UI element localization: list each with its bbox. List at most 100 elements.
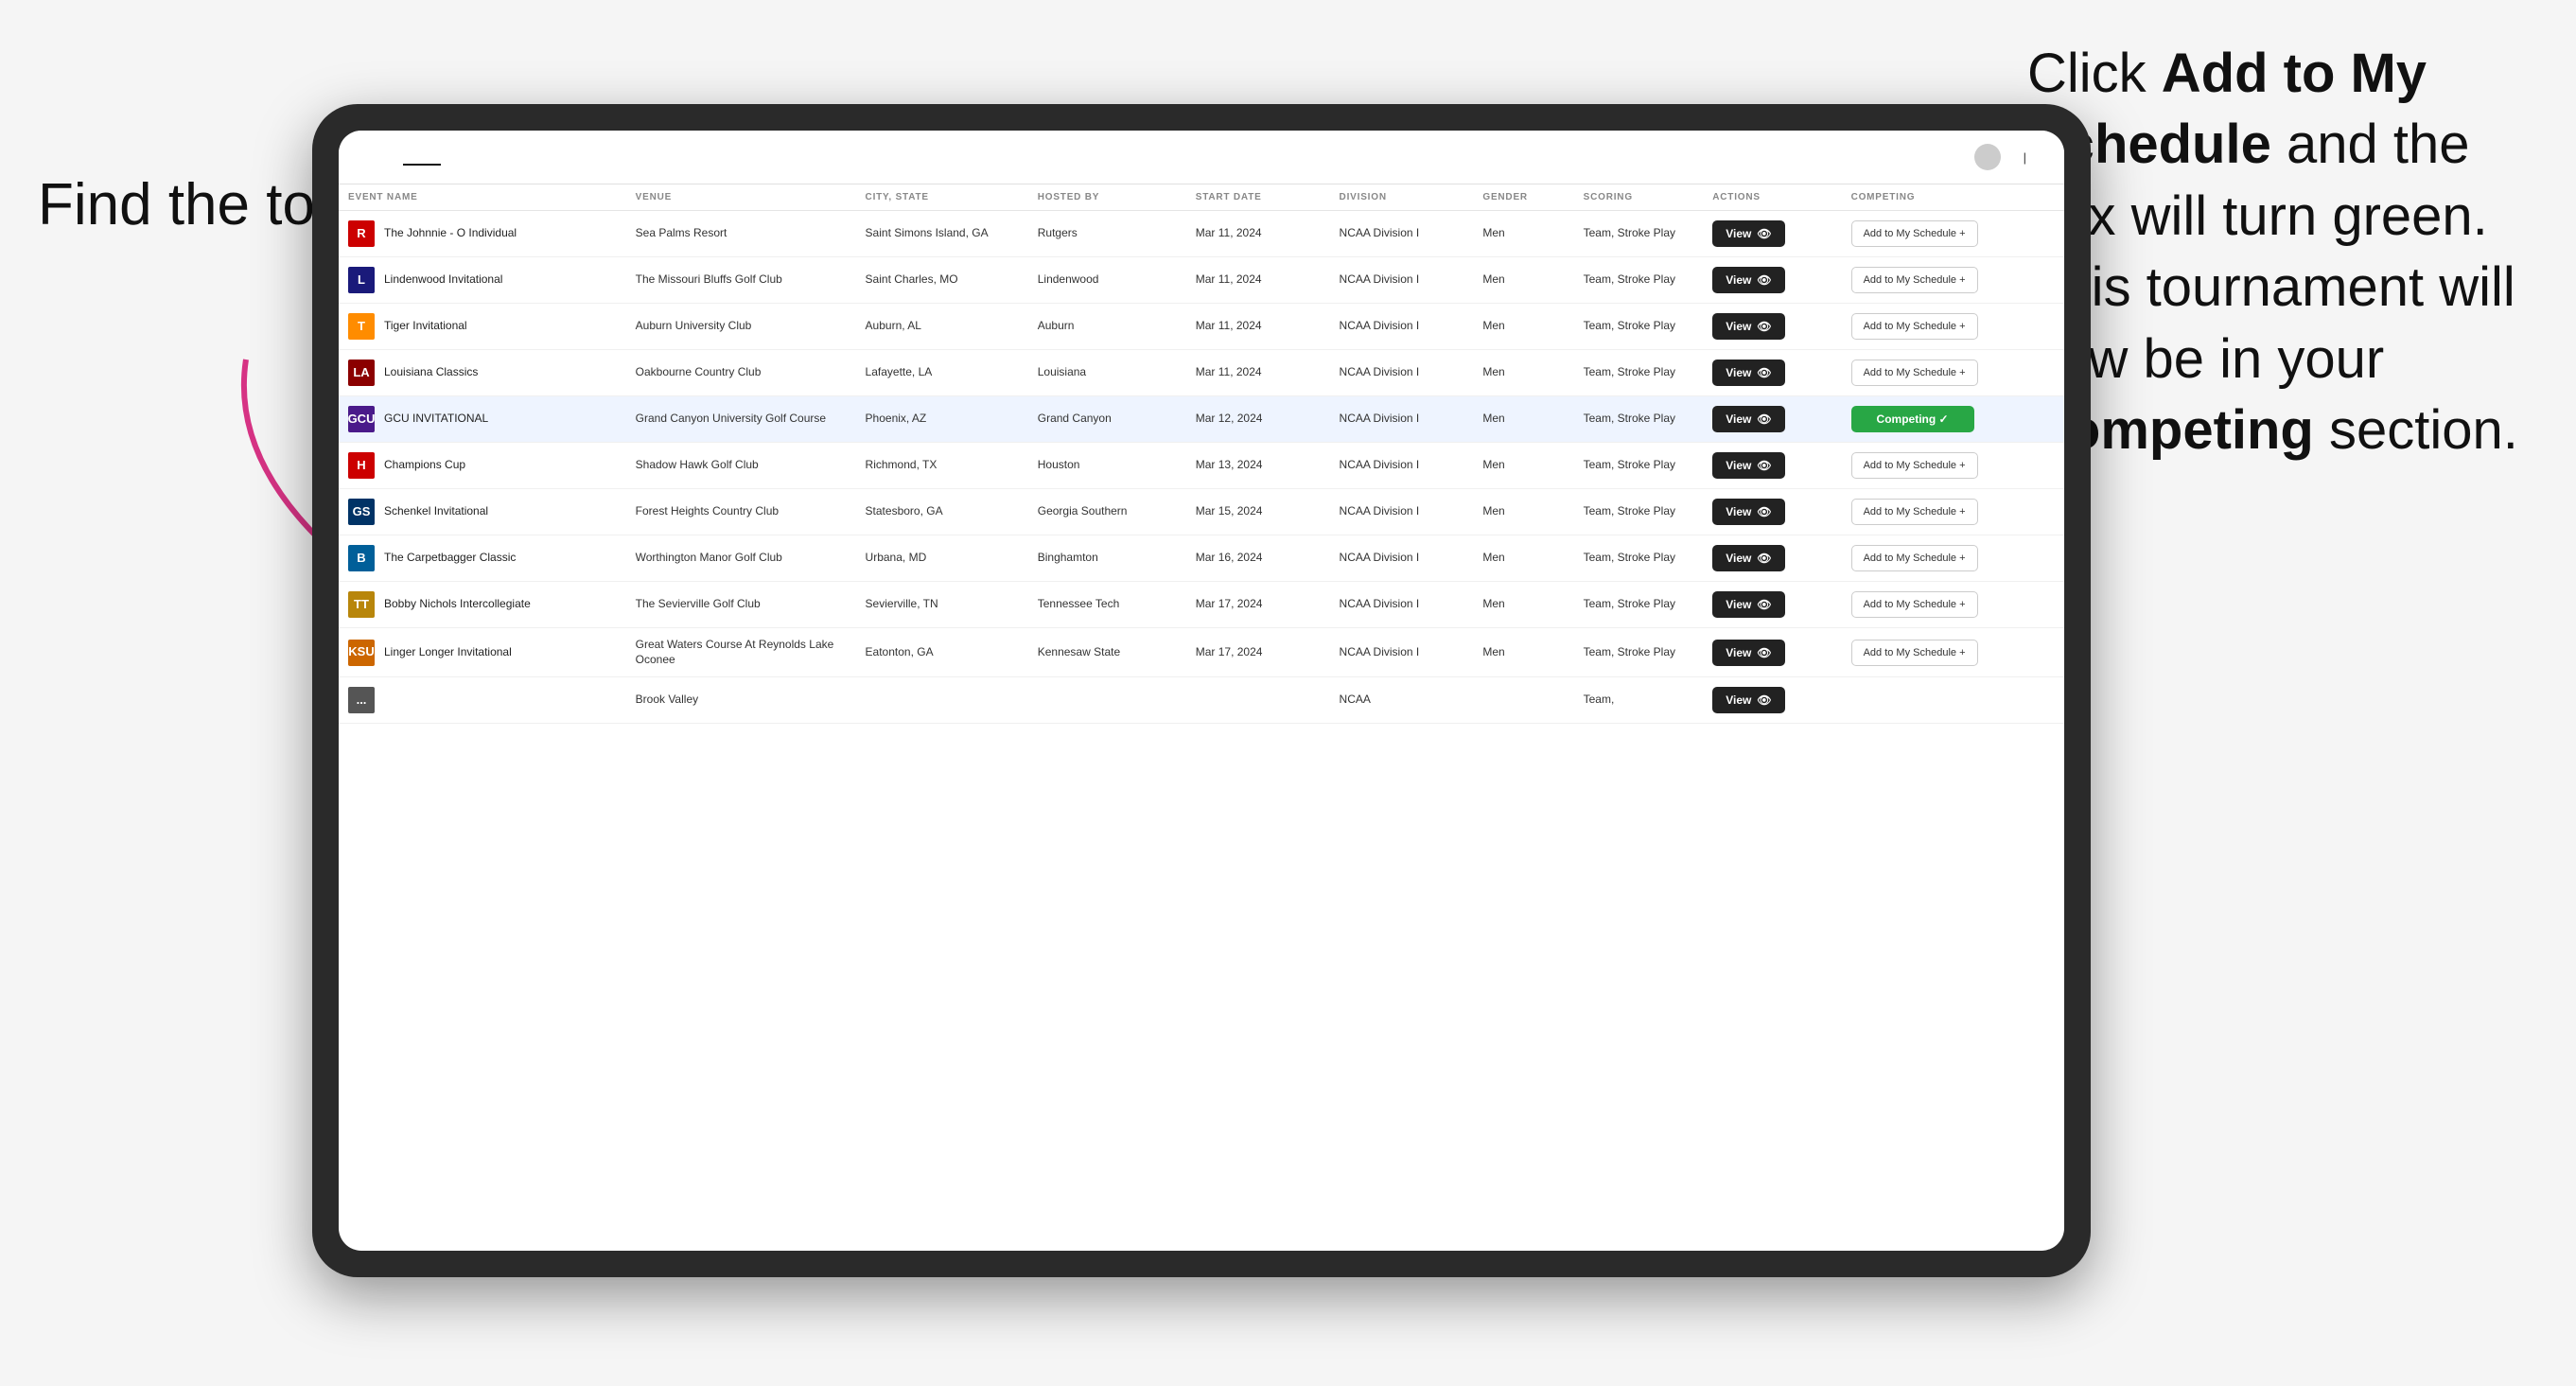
team-logo: B [348, 545, 375, 571]
team-logo: GS [348, 499, 375, 525]
view-button[interactable]: View 👁 [1712, 687, 1784, 713]
col-header-venue: VENUE [626, 184, 856, 211]
hosted-cell [1028, 677, 1186, 724]
view-button[interactable]: View 👁 [1712, 360, 1784, 386]
action-cell: View 👁 [1703, 350, 1841, 396]
event-name: Schenkel Invitational [384, 504, 488, 519]
tab-tournaments[interactable] [403, 149, 441, 166]
eye-icon: 👁 [1757, 693, 1771, 707]
table-row: KSU Linger Longer Invitational Great Wat… [339, 628, 2064, 677]
col-header-scoring: SCORING [1574, 184, 1704, 211]
team-logo: ... [348, 687, 375, 713]
competing-button[interactable]: Competing ✓ [1851, 406, 1974, 432]
table-row: L Lindenwood Invitational The Missouri B… [339, 257, 2064, 304]
event-name: Louisiana Classics [384, 365, 478, 380]
col-header-competing: COMPETING [1842, 184, 2064, 211]
date-cell: Mar 11, 2024 [1186, 304, 1330, 350]
venue-cell: Auburn University Club [626, 304, 856, 350]
team-logo: H [348, 452, 375, 479]
hosted-cell: Tennessee Tech [1028, 582, 1186, 628]
event-name-cell: T Tiger Invitational [339, 304, 626, 350]
add-to-schedule-button[interactable]: Add to My Schedule + [1851, 313, 1978, 340]
view-button[interactable]: View 👁 [1712, 591, 1784, 618]
city-cell: Sevierville, TN [856, 582, 1028, 628]
date-cell: Mar 11, 2024 [1186, 211, 1330, 257]
app-header: | [339, 131, 2064, 184]
venue-cell: Sea Palms Resort [626, 211, 856, 257]
action-cell: View 👁 [1703, 489, 1841, 535]
gender-cell: Men [1473, 443, 1573, 489]
gender-cell: Men [1473, 350, 1573, 396]
event-name-cell: R The Johnnie - O Individual [339, 211, 626, 257]
header-right: | [1974, 144, 2038, 170]
scoring-cell: Team, Stroke Play [1574, 396, 1704, 443]
hosted-cell: Rutgers [1028, 211, 1186, 257]
table-container: EVENT NAME VENUE CITY, STATE HOSTED BY S… [339, 184, 2064, 1251]
add-to-schedule-button[interactable]: Add to My Schedule + [1851, 360, 1978, 386]
venue-cell: Worthington Manor Golf Club [626, 535, 856, 582]
view-button[interactable]: View 👁 [1712, 499, 1784, 525]
view-button[interactable]: View 👁 [1712, 220, 1784, 247]
venue-cell: Grand Canyon University Golf Course [626, 396, 856, 443]
scoring-cell: Team, Stroke Play [1574, 628, 1704, 677]
header-divider: | [2024, 150, 2026, 165]
division-cell: NCAA Division I [1330, 304, 1474, 350]
col-header-hosted: HOSTED BY [1028, 184, 1186, 211]
add-to-schedule-button[interactable]: Add to My Schedule + [1851, 591, 1978, 618]
gender-cell: Men [1473, 211, 1573, 257]
division-cell: NCAA Division I [1330, 350, 1474, 396]
city-cell: Phoenix, AZ [856, 396, 1028, 443]
hosted-cell: Houston [1028, 443, 1186, 489]
event-name-cell: GS Schenkel Invitational [339, 489, 626, 535]
action-cell: View 👁 [1703, 304, 1841, 350]
view-button[interactable]: View 👁 [1712, 640, 1784, 666]
view-button[interactable]: View 👁 [1712, 267, 1784, 293]
tablet-screen: | EVENT NAME VENUE CITY, STATE HOSTED BY… [339, 131, 2064, 1251]
table-row: R The Johnnie - O Individual Sea Palms R… [339, 211, 2064, 257]
gender-cell: Men [1473, 489, 1573, 535]
tablet-frame: | EVENT NAME VENUE CITY, STATE HOSTED BY… [312, 104, 2091, 1277]
action-cell: View 👁 [1703, 628, 1841, 677]
event-name: Linger Longer Invitational [384, 645, 512, 660]
competing-cell: Add to My Schedule + [1842, 489, 2064, 535]
division-cell: NCAA [1330, 677, 1474, 724]
view-button[interactable]: View 👁 [1712, 406, 1784, 432]
date-cell: Mar 17, 2024 [1186, 582, 1330, 628]
team-logo: TT [348, 591, 375, 618]
scoring-cell: Team, Stroke Play [1574, 257, 1704, 304]
eye-icon: 👁 [1757, 552, 1771, 565]
tab-teams[interactable] [441, 149, 479, 166]
gender-cell [1473, 677, 1573, 724]
table-row: GS Schenkel Invitational Forest Heights … [339, 489, 2064, 535]
team-logo: KSU [348, 640, 375, 666]
division-cell: NCAA Division I [1330, 257, 1474, 304]
hosted-cell: Louisiana [1028, 350, 1186, 396]
date-cell [1186, 677, 1330, 724]
eye-icon: 👁 [1757, 273, 1771, 287]
city-cell: Urbana, MD [856, 535, 1028, 582]
hosted-cell: Auburn [1028, 304, 1186, 350]
add-to-schedule-button[interactable]: Add to My Schedule + [1851, 267, 1978, 293]
add-to-schedule-button[interactable]: Add to My Schedule + [1851, 452, 1978, 479]
col-header-actions: ACTIONS [1703, 184, 1841, 211]
eye-icon: 👁 [1757, 598, 1771, 611]
city-cell: Statesboro, GA [856, 489, 1028, 535]
event-name: GCU INVITATIONAL [384, 412, 488, 427]
add-to-schedule-button[interactable]: Add to My Schedule + [1851, 640, 1978, 666]
gender-cell: Men [1473, 396, 1573, 443]
date-cell: Mar 11, 2024 [1186, 257, 1330, 304]
add-to-schedule-button[interactable]: Add to My Schedule + [1851, 499, 1978, 525]
view-button[interactable]: View 👁 [1712, 452, 1784, 479]
right-annotation: Click Add to My Schedule and the box wil… [2027, 38, 2519, 465]
scoring-cell: Team, Stroke Play [1574, 211, 1704, 257]
view-button[interactable]: View 👁 [1712, 545, 1784, 571]
hosted-cell: Lindenwood [1028, 257, 1186, 304]
event-name-cell: GCU GCU INVITATIONAL [339, 396, 626, 443]
view-button[interactable]: View 👁 [1712, 313, 1784, 340]
event-name-cell: L Lindenwood Invitational [339, 257, 626, 304]
event-name: Lindenwood Invitational [384, 272, 502, 288]
add-to-schedule-button[interactable]: Add to My Schedule + [1851, 545, 1978, 571]
add-to-schedule-button[interactable]: Add to My Schedule + [1851, 220, 1978, 247]
date-cell: Mar 16, 2024 [1186, 535, 1330, 582]
competing-cell [1842, 677, 2064, 724]
